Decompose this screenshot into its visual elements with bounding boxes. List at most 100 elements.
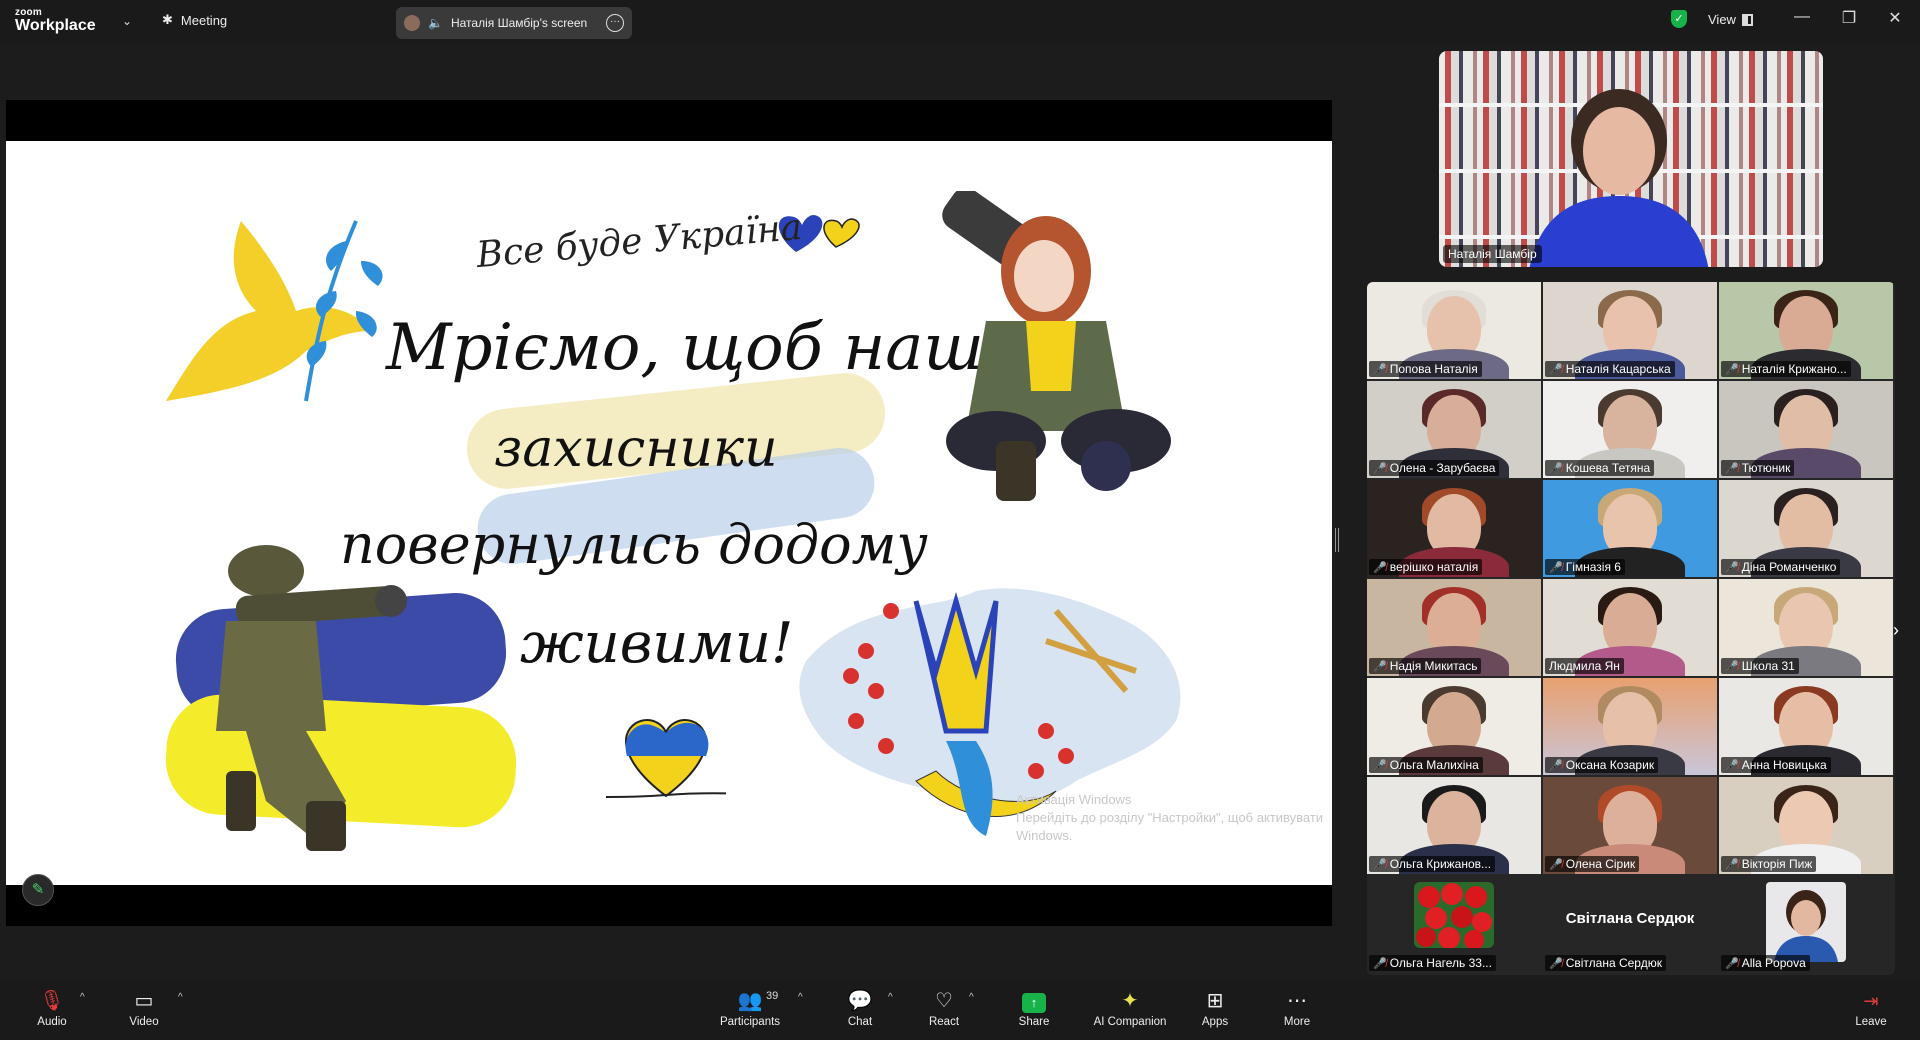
video-options-caret[interactable]: ^ xyxy=(178,992,183,1003)
annotate-pencil-icon[interactable]: ✎ xyxy=(22,874,54,906)
speaker-name-tag: Наталія Шамбір xyxy=(1443,245,1542,263)
participant-name: Ольга Нагель 33... xyxy=(1389,956,1492,970)
chat-button[interactable]: 💬 Chat xyxy=(825,988,895,1028)
leave-label: Leave xyxy=(1855,1016,1887,1028)
participant-tile[interactable]: 🎤̸ Ольга Крижанов... xyxy=(1367,777,1541,874)
participant-tile[interactable]: 🎤̸ Alla Popova xyxy=(1719,876,1893,973)
participants-options-caret[interactable]: ^ xyxy=(798,992,803,1003)
chat-bubble-icon: 💬 xyxy=(847,990,873,1012)
participant-tile[interactable]: 🎤̸ Олена Сірик xyxy=(1543,777,1717,874)
participant-display-name: Світлана Сердюк xyxy=(1565,910,1695,927)
more-button[interactable]: ⋯ More xyxy=(1262,988,1332,1028)
gallery-next-page-arrow[interactable]: › xyxy=(1893,620,1899,641)
mic-off-icon: 🎤̸ xyxy=(1373,660,1387,673)
participant-tile[interactable]: 🎤̸ Анна Новицька xyxy=(1719,678,1893,775)
chevron-down-icon[interactable]: ⌄ xyxy=(122,14,132,28)
logo-line2: Workplace xyxy=(15,17,96,34)
ai-companion-button[interactable]: ✦ AI Companion xyxy=(1088,988,1172,1028)
watermark-line2: Перейдіть до розділу "Настройки", щоб ак… xyxy=(1016,810,1324,826)
participant-name-tag: 🎤̸ Світлана Сердюк xyxy=(1545,955,1666,971)
screen-share-indicator[interactable]: 🔈 Наталія Шамбір's screen ··· xyxy=(396,7,632,39)
share-label: Share xyxy=(1018,1016,1050,1028)
participant-name: Гімназія 6 xyxy=(1565,560,1621,574)
participant-name-tag: 🎤̸ Діна Романченко xyxy=(1721,559,1841,575)
participant-name-tag: 🎤̸ Ольга Крижанов... xyxy=(1369,856,1496,872)
participant-name-tag: 🎤̸ Оксана Козарик xyxy=(1545,757,1659,773)
title-bar: zoom Workplace ⌄ ✱ Meeting 🔈 Наталія Шам… xyxy=(0,0,1920,44)
participant-tile[interactable]: 🎤̸ Тютюник xyxy=(1719,381,1893,478)
video-button[interactable]: ▭ Video xyxy=(109,988,179,1028)
participant-name: Ольга Малихіна xyxy=(1389,758,1479,772)
windows-activation-watermark: Активація Windows Перейдіть до розділу "… xyxy=(1016,791,1323,846)
shield-check-icon[interactable]: ✓ xyxy=(1671,10,1687,28)
restore-button[interactable]: ❐ xyxy=(1834,8,1864,28)
participant-name: Тютюник xyxy=(1741,461,1791,475)
meeting-menu-button[interactable]: ✱ Meeting xyxy=(162,12,227,28)
mic-off-icon: 🎤̸ xyxy=(1725,660,1739,673)
chat-options-caret[interactable]: ^ xyxy=(888,992,893,1003)
mic-off-icon: 🎤̸ xyxy=(1549,462,1563,475)
participant-name-tag: 🎤̸ Ольга Нагель 33... xyxy=(1369,955,1496,971)
react-options-caret[interactable]: ^ xyxy=(969,992,974,1003)
participant-tile[interactable]: 🎤̸ Надія Микитась xyxy=(1367,579,1541,676)
participant-tile[interactable]: 🎤̸ Оксана Козарик xyxy=(1543,678,1717,775)
audio-button[interactable]: 🎙 Audio xyxy=(17,988,87,1028)
participant-name: Надія Микитась xyxy=(1389,659,1478,673)
close-button[interactable]: ✕ xyxy=(1880,8,1910,28)
participant-name: Анна Новицька xyxy=(1741,758,1827,772)
mic-muted-icon: 🎙 xyxy=(39,990,65,1012)
minimize-button[interactable]: — xyxy=(1787,8,1817,26)
participant-tile[interactable]: 🎤̸ Гімназія 6 xyxy=(1543,480,1717,577)
mic-off-icon: 🎤̸ xyxy=(1549,957,1563,970)
participant-name: Олена - Зарубаєва xyxy=(1389,461,1496,475)
more-options-icon[interactable]: ··· xyxy=(606,14,624,32)
paw-icon: ✱ xyxy=(162,12,173,27)
meeting-label: Meeting xyxy=(180,12,228,28)
mic-off-icon: 🎤̸ xyxy=(1549,759,1563,772)
audio-label: Audio xyxy=(37,1016,67,1028)
apps-grid-icon: ⊞ xyxy=(1206,990,1224,1012)
participant-name-tag: 🎤̸ Вікторія Пиж xyxy=(1721,856,1817,872)
participant-tile[interactable]: 🎤̸ Кошева Тетяна xyxy=(1543,381,1717,478)
leave-button[interactable]: ⇥ Leave xyxy=(1836,988,1906,1028)
male-soldier-illustration xyxy=(216,545,407,851)
participant-tile[interactable]: Людмила Ян xyxy=(1543,579,1717,676)
apps-button[interactable]: ⊞ Apps xyxy=(1180,988,1250,1028)
dove-illustration xyxy=(166,220,383,402)
watermark-line1: Активація Windows xyxy=(1016,792,1132,807)
meeting-toolbar: 🎙 Audio ^ ▭ Video ^ 👥 Participants 39 ^ … xyxy=(0,980,1920,1040)
participant-tile[interactable]: 🎤̸ верішко наталія xyxy=(1367,480,1541,577)
participant-tile[interactable]: 🎤̸ Ольга Малихіна xyxy=(1367,678,1541,775)
participant-name-tag: 🎤̸ Гімназія 6 xyxy=(1545,559,1625,575)
participant-name: Попова Наталія xyxy=(1389,362,1478,376)
participant-tile[interactable]: 🎤̸ Ольга Нагель 33... xyxy=(1367,876,1541,973)
slide-line-3: повернулись додому xyxy=(340,513,928,576)
view-grid-icon xyxy=(1741,13,1753,26)
participant-tile[interactable]: 🎤̸ Попова Наталія xyxy=(1367,282,1541,379)
participant-name: Наталія Крижано... xyxy=(1741,362,1847,376)
share-button[interactable]: ↑ Share xyxy=(999,988,1069,1028)
participant-tile[interactable]: 🎤̸ Наталія Кацарська xyxy=(1543,282,1717,379)
audio-options-caret[interactable]: ^ xyxy=(80,992,85,1003)
participant-tile[interactable]: 🎤̸ Наталія Крижано... xyxy=(1719,282,1893,379)
participant-name: Діна Романченко xyxy=(1741,560,1837,574)
participant-tile[interactable]: Світлана Сердюк 🎤̸ Світлана Сердюк xyxy=(1543,876,1717,973)
participant-name: Світлана Сердюк xyxy=(1565,956,1662,970)
view-label: View xyxy=(1708,12,1736,27)
participant-gallery: 🎤̸ Попова Наталія 🎤̸ Наталія Кацарська 🎤̸ Н… xyxy=(1367,282,1895,975)
participant-tile[interactable]: 🎤̸ Школа 31 xyxy=(1719,579,1893,676)
participant-tile[interactable]: 🎤̸ Вікторія Пиж xyxy=(1719,777,1893,874)
participant-name: Оксана Козарик xyxy=(1565,758,1655,772)
participant-name: Alla Popova xyxy=(1741,956,1806,970)
panel-resize-handle[interactable] xyxy=(1335,528,1339,552)
video-label: Video xyxy=(129,1016,159,1028)
participant-name-tag: 🎤̸ Анна Новицька xyxy=(1721,757,1831,773)
view-button[interactable]: View xyxy=(1708,12,1753,27)
participant-tile[interactable]: 🎤̸ Олена - Зарубаєва xyxy=(1367,381,1541,478)
mic-off-icon: 🎤̸ xyxy=(1373,462,1387,475)
ai-companion-label: AI Companion xyxy=(1093,1016,1167,1028)
participant-name: верішко наталія xyxy=(1389,560,1479,574)
slide-line-2: захисники xyxy=(494,419,778,479)
active-speaker-video[interactable]: Наталія Шамбір xyxy=(1439,51,1823,267)
participant-tile[interactable]: 🎤̸ Діна Романченко xyxy=(1719,480,1893,577)
